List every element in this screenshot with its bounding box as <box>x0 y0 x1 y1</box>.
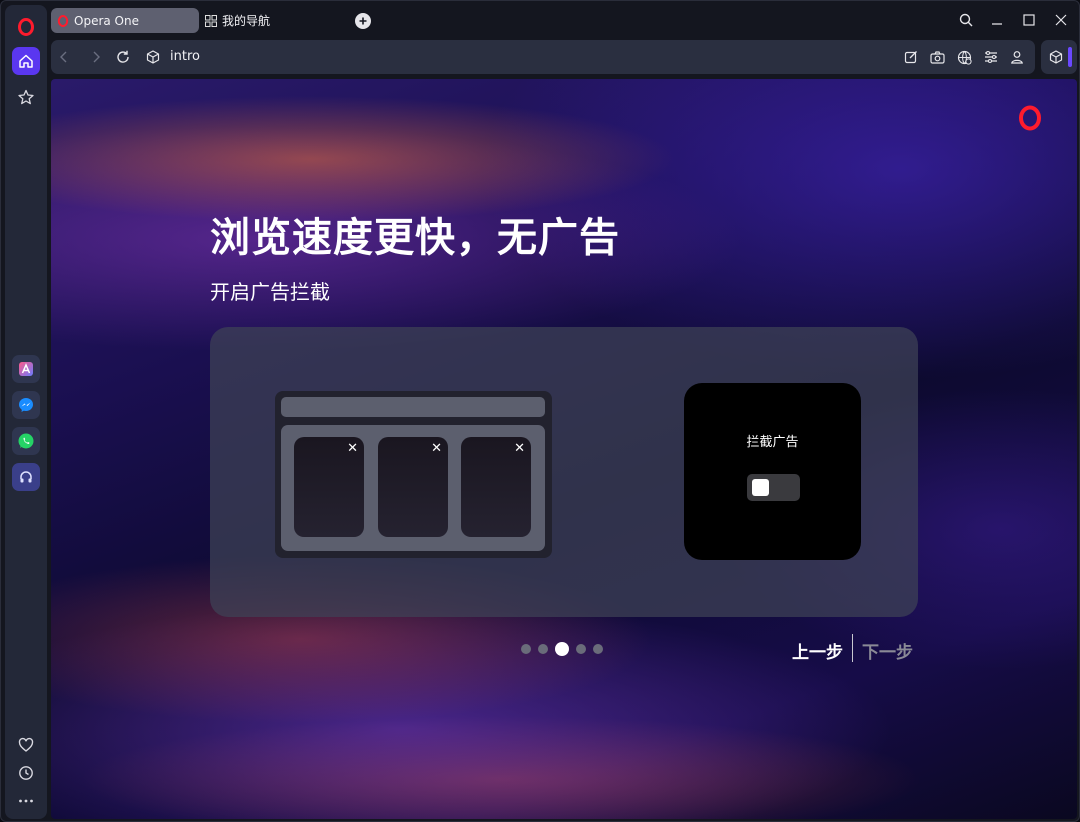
tab-label: 我的导航 <box>222 14 271 28</box>
music-player-icon[interactable] <box>12 463 40 491</box>
intro-page: 浏览速度更快，无广告 开启广告拦截 ✕ ✕ ✕ 拦截广告 上一步 下一步 <box>51 79 1077 819</box>
mock-ad-block: ✕ <box>461 437 531 537</box>
ad-block-label: 拦截广告 <box>746 435 799 450</box>
divider <box>852 634 853 662</box>
maximize-icon <box>1023 14 1035 26</box>
mock-page-body: ✕ ✕ ✕ <box>281 425 545 551</box>
reload-button[interactable] <box>114 48 132 66</box>
back-button[interactable] <box>55 48 73 66</box>
ad-block-toggle[interactable] <box>747 474 800 501</box>
pager-dots <box>521 641 610 657</box>
opera-logo-icon[interactable] <box>12 13 40 41</box>
search-tabs-button[interactable] <box>957 11 975 29</box>
page-title: 浏览速度更快，无广告 <box>210 215 620 261</box>
profile-icon[interactable] <box>1009 49 1025 65</box>
home-icon[interactable] <box>12 47 40 75</box>
mock-ad-block: ✕ <box>294 437 364 537</box>
pager-dot[interactable] <box>521 644 531 654</box>
heart-icon[interactable] <box>12 731 40 759</box>
star-icon[interactable] <box>12 83 40 111</box>
ad-block-toggle-card: 拦截广告 <box>684 383 861 560</box>
back-arrow-icon <box>60 51 67 63</box>
pager-dot[interactable] <box>576 644 586 654</box>
plus-icon <box>359 17 367 25</box>
pager-dot[interactable] <box>593 644 603 654</box>
maximize-button[interactable] <box>1020 11 1038 29</box>
aria-icon[interactable] <box>12 355 40 383</box>
url-field[interactable]: intro <box>170 49 200 64</box>
extensions-area <box>1041 40 1077 74</box>
new-tab-button[interactable] <box>355 13 371 29</box>
tab-my-navigation[interactable]: 我的导航 <box>199 8 339 33</box>
forward-arrow-icon <box>93 51 100 63</box>
cube-icon <box>146 50 160 64</box>
previous-step-button[interactable]: 上一步 <box>792 638 843 663</box>
close-icon: ✕ <box>347 441 358 456</box>
grid-favicon-icon <box>205 14 217 27</box>
vpn-icon[interactable] <box>956 49 972 65</box>
camera-icon[interactable] <box>929 49 945 65</box>
illustration-card: ✕ ✕ ✕ 拦截广告 <box>210 327 918 617</box>
tab-opera-one[interactable]: Opera One <box>51 8 199 33</box>
minimize-icon <box>992 23 1002 25</box>
extensions-icon[interactable] <box>1048 49 1064 65</box>
messenger-icon[interactable] <box>12 391 40 419</box>
pager-dot[interactable] <box>538 644 548 654</box>
page-subtitle: 开启广告拦截 <box>210 280 330 304</box>
close-window-button[interactable] <box>1052 11 1070 29</box>
sidebar <box>5 5 47 819</box>
easy-setup-icon[interactable] <box>983 49 999 65</box>
mock-address-bar <box>281 397 545 417</box>
search-icon <box>959 13 973 27</box>
pager-dot-active[interactable] <box>555 642 569 656</box>
opera-logo-icon <box>1017 105 1043 135</box>
whatsapp-icon[interactable] <box>12 427 40 455</box>
mock-ad-block: ✕ <box>378 437 448 537</box>
browser-window: Opera One 我的导航 intro 浏览速度更快，无广告 开启广告拦截 ✕… <box>0 0 1080 822</box>
browser-mock: ✕ ✕ ✕ <box>275 391 552 558</box>
reload-icon <box>117 50 129 63</box>
close-icon: ✕ <box>514 441 525 456</box>
tab-label: Opera One <box>74 13 139 28</box>
extension-indicator <box>1068 47 1072 67</box>
close-icon: ✕ <box>431 441 442 456</box>
close-icon <box>1055 14 1067 26</box>
more-icon[interactable] <box>12 787 40 815</box>
history-icon[interactable] <box>12 759 40 787</box>
toggle-knob <box>752 479 769 496</box>
minimize-button[interactable] <box>988 11 1006 29</box>
next-step-button[interactable]: 下一步 <box>862 638 913 663</box>
address-bar: intro <box>51 40 1035 74</box>
site-info-icon[interactable] <box>144 48 162 66</box>
edit-icon[interactable] <box>903 49 919 65</box>
opera-favicon-icon <box>57 14 69 27</box>
forward-button[interactable] <box>87 48 105 66</box>
